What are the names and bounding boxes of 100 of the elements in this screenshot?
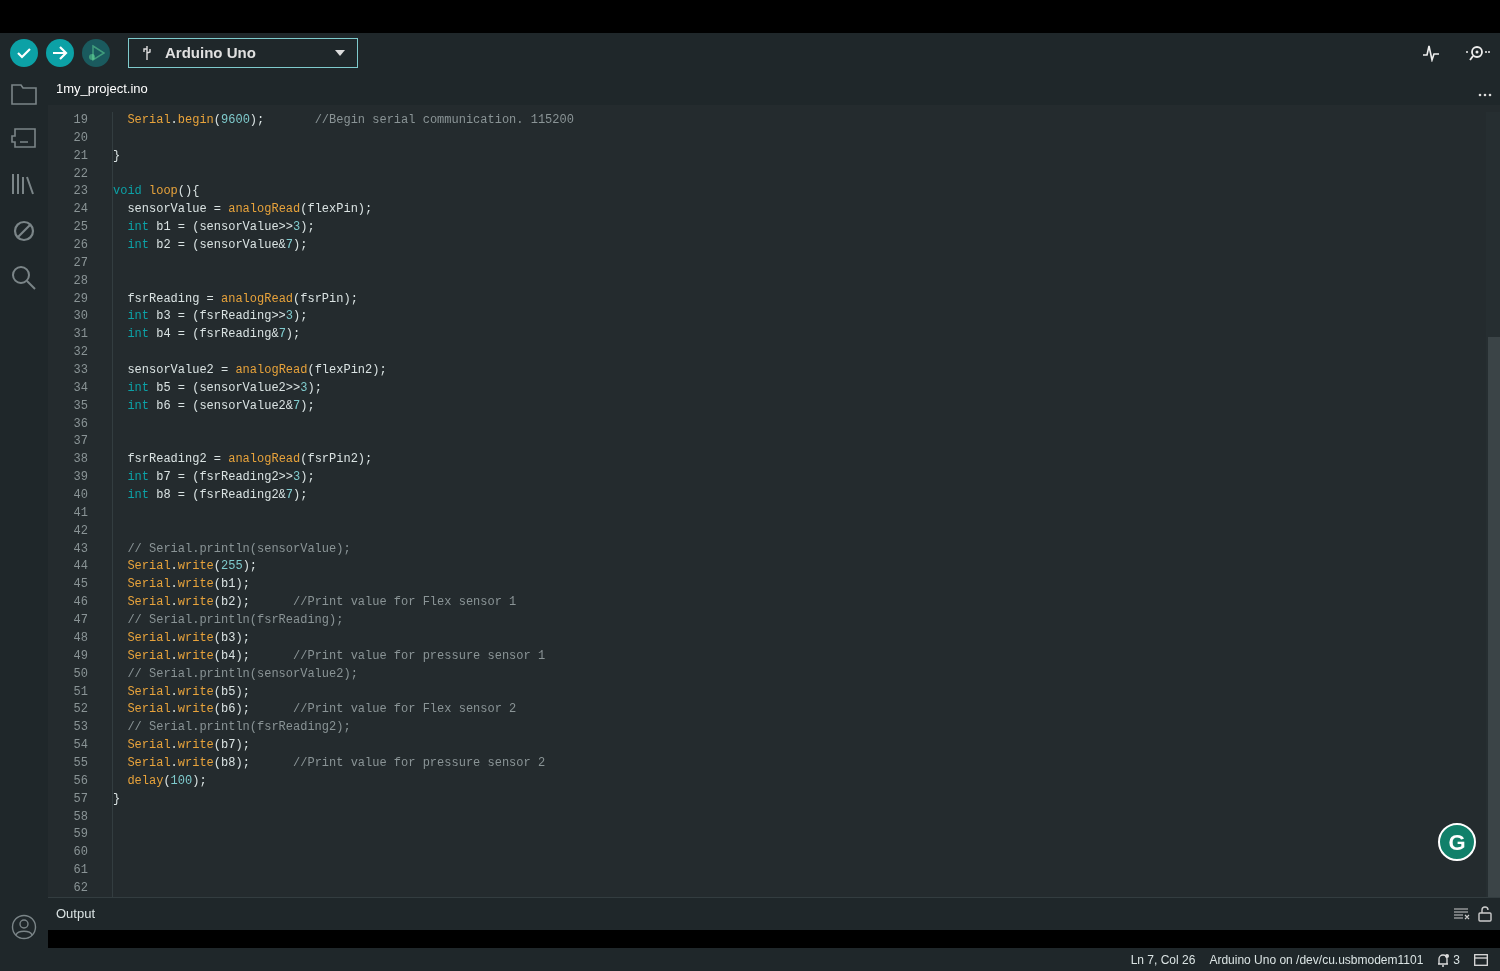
code-line: delay(100); bbox=[127, 773, 207, 788]
grammar-assistant-button[interactable]: G bbox=[1438, 823, 1476, 861]
code-line: Serial.begin(9600); //Begin serial communication. 115200 bbox=[127, 113, 574, 127]
line-number: 34 bbox=[73, 380, 88, 395]
line-number: 51 bbox=[73, 684, 88, 699]
code-line: int b6 = (sensorValue2&7); bbox=[127, 398, 315, 413]
output-title: Output bbox=[56, 905, 96, 924]
line-number: 32 bbox=[73, 345, 88, 360]
code-line: sensorValue2 = analogRead(flexPin2); bbox=[127, 363, 387, 378]
code-line: Serial.write(255); bbox=[127, 559, 258, 574]
code-line: Serial.write(b1); bbox=[127, 577, 250, 592]
line-number: 60 bbox=[73, 845, 88, 860]
arrow-right-icon bbox=[52, 45, 68, 61]
line-number: 54 bbox=[73, 738, 88, 753]
line-number: 47 bbox=[73, 613, 88, 628]
line-number: 62 bbox=[73, 880, 88, 895]
code-line: Serial.write(b5); bbox=[127, 684, 250, 699]
code-line: Serial.write(b2); //Print value for Flex sensor 1 bbox=[127, 595, 517, 610]
line-number: 35 bbox=[73, 398, 88, 413]
line-number: 53 bbox=[73, 720, 88, 735]
code-line: Serial.write(b8); //Print value for pressure sensor 2 bbox=[127, 755, 546, 770]
line-number: 40 bbox=[73, 488, 88, 503]
code-line: // Serial.println(fsrReading); bbox=[127, 613, 344, 628]
code-line: fsrReading = analogRead(fsrPin); bbox=[127, 291, 358, 306]
code-line: Serial.write(b4); //Print value for pressure sensor 1 bbox=[127, 648, 546, 663]
bell-icon[interactable] bbox=[1437, 952, 1450, 967]
code-line: // Serial.println(sensorValue); bbox=[127, 541, 351, 556]
line-number: 50 bbox=[73, 666, 88, 681]
check-icon bbox=[16, 45, 32, 61]
code-line: fsrReading2 = analogRead(fsrPin2); bbox=[127, 452, 373, 467]
code-line: } bbox=[113, 148, 121, 163]
line-number: 23 bbox=[73, 184, 88, 199]
line-number: 22 bbox=[73, 166, 88, 181]
board-icon[interactable] bbox=[11, 127, 37, 149]
clear-icon[interactable] bbox=[1454, 908, 1470, 920]
code-line: int b2 = (sensorValue&7); bbox=[127, 238, 308, 252]
line-number: 25 bbox=[73, 220, 88, 235]
notification-count: 3 bbox=[1453, 951, 1460, 969]
line-number: 36 bbox=[73, 416, 88, 431]
line-number: 49 bbox=[73, 648, 88, 663]
line-number: 61 bbox=[73, 863, 88, 878]
code-line: Serial.write(b3); bbox=[127, 630, 250, 645]
code-line: // Serial.println(sensorValue2); bbox=[127, 666, 358, 681]
line-number: 57 bbox=[73, 791, 88, 806]
usb-icon bbox=[141, 45, 153, 61]
line-number: 43 bbox=[73, 541, 88, 556]
line-number: 28 bbox=[73, 273, 88, 288]
line-number: 52 bbox=[73, 702, 88, 717]
line-number: 27 bbox=[73, 255, 88, 270]
line-number: 56 bbox=[73, 773, 88, 788]
cursor-position: Ln 7, Col 26 bbox=[1130, 951, 1196, 969]
line-number: 30 bbox=[73, 309, 88, 324]
code-line: } bbox=[113, 791, 121, 806]
line-number: 45 bbox=[73, 577, 88, 592]
code-line: Serial.write(b7); bbox=[127, 738, 250, 753]
line-number: 41 bbox=[73, 505, 88, 520]
line-number: 33 bbox=[73, 363, 88, 378]
more-icon[interactable] bbox=[1478, 93, 1492, 97]
verify-button[interactable] bbox=[10, 39, 38, 67]
code-line: int b8 = (fsrReading2&7); bbox=[127, 488, 308, 503]
board-selector[interactable]: Arduino Uno bbox=[128, 38, 358, 68]
line-number: 42 bbox=[73, 523, 88, 538]
code-line: Serial.write(b6); //Print value for Flex sensor 2 bbox=[127, 702, 517, 717]
line-number: 46 bbox=[73, 595, 88, 610]
code-line: int b7 = (fsrReading2>>3); bbox=[127, 470, 315, 485]
code-line: int b3 = (fsrReading>>3); bbox=[127, 309, 308, 324]
unlock-icon[interactable] bbox=[1478, 906, 1492, 922]
code-line: int b1 = (sensorValue>>3); bbox=[127, 220, 315, 235]
line-number: 55 bbox=[73, 755, 88, 770]
line-number: 48 bbox=[73, 630, 88, 645]
line-number: 31 bbox=[73, 327, 88, 342]
code-line: int b5 = (sensorValue2>>3); bbox=[127, 380, 322, 395]
code-line: sensorValue = analogRead(flexPin); bbox=[127, 202, 373, 217]
prohibited-icon[interactable] bbox=[12, 219, 36, 243]
panel-icon[interactable] bbox=[1474, 953, 1488, 966]
line-number: 37 bbox=[73, 434, 88, 449]
line-number: 21 bbox=[73, 148, 88, 163]
line-number: 24 bbox=[73, 202, 88, 217]
board-port: Arduino Uno on /dev/cu.usbmodem1101 bbox=[1209, 951, 1424, 969]
upload-button[interactable] bbox=[46, 39, 74, 67]
library-icon[interactable] bbox=[11, 171, 37, 197]
line-number: 29 bbox=[73, 291, 88, 306]
code-line: void loop(){ bbox=[113, 184, 200, 199]
search-icon[interactable] bbox=[11, 265, 37, 291]
play-bug-icon bbox=[87, 44, 105, 62]
code-line: // Serial.println(fsrReading2); bbox=[127, 720, 351, 735]
line-number: 38 bbox=[73, 452, 88, 467]
folder-icon[interactable] bbox=[11, 83, 37, 105]
serial-monitor-icon[interactable] bbox=[1464, 44, 1490, 62]
code-line: int b4 = (fsrReading&7); bbox=[127, 327, 301, 342]
line-number: 58 bbox=[73, 809, 88, 824]
line-number: 59 bbox=[73, 827, 88, 842]
line-number: 44 bbox=[73, 559, 88, 574]
line-number: 39 bbox=[73, 470, 88, 485]
line-number: 26 bbox=[73, 238, 88, 252]
profile-icon[interactable] bbox=[11, 914, 37, 940]
line-number: 20 bbox=[73, 130, 88, 145]
caret-icon bbox=[335, 50, 345, 56]
plotter-icon[interactable] bbox=[1422, 44, 1440, 62]
line-number: 19 bbox=[73, 113, 88, 127]
